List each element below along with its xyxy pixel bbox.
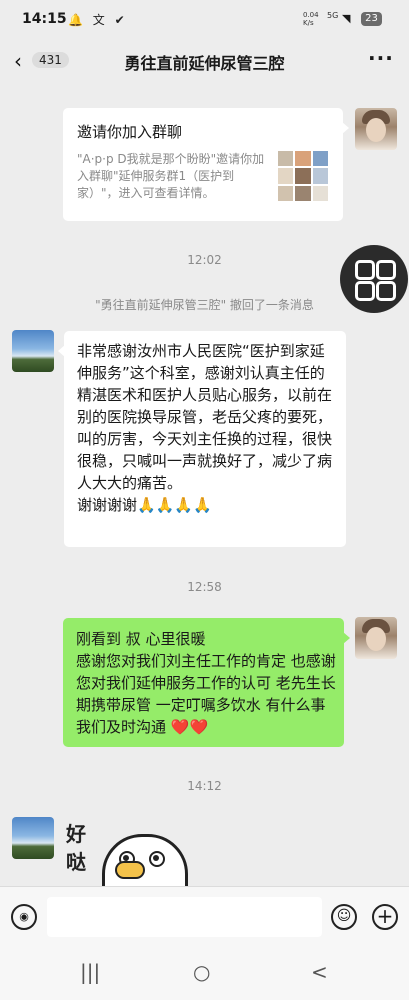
group-invite-card[interactable]: 邀请你加入群聊 "A·p·p D我就是那个盼盼"邀请你加入群聊"延伸服务群1（医… bbox=[63, 108, 349, 221]
invite-title: 邀请你加入群聊 bbox=[77, 123, 183, 141]
plus-icon[interactable]: + bbox=[372, 904, 398, 930]
back-icon[interactable]: < bbox=[311, 960, 328, 984]
emoji-icon[interactable]: ☺ bbox=[331, 904, 357, 930]
recall-notice: "勇往直前延伸尿管三腔" 撤回了一条消息 bbox=[95, 298, 314, 312]
message-bubble-incoming[interactable]: 非常感谢汝州市人民医院“医护到家延伸服务”这个科室，感谢刘认真主任的精湛医术和医… bbox=[58, 331, 346, 547]
network-speed-value: 0.04 bbox=[303, 11, 319, 19]
input-bar: ◉ ☺ + bbox=[0, 886, 409, 947]
network-speed-unit: K/s bbox=[303, 19, 314, 27]
contact-avatar[interactable] bbox=[12, 817, 54, 859]
group-avatar-grid bbox=[278, 151, 328, 201]
recents-icon[interactable]: ||| bbox=[80, 960, 100, 984]
signal-indicator: 5G bbox=[327, 11, 339, 20]
self-avatar[interactable] bbox=[355, 108, 397, 150]
sticker-message[interactable]: 好 哒 bbox=[64, 816, 188, 900]
message-input[interactable] bbox=[47, 897, 322, 937]
network-speed: 0.04 K/s bbox=[303, 11, 319, 27]
timestamp: 12:58 bbox=[187, 580, 222, 594]
status-bar: 14:15 🔔 文 ✔ 0.04 K/s 5G ◥ 23 bbox=[0, 0, 409, 38]
battery-icon: 23 bbox=[361, 12, 382, 26]
notification-icons: 🔔 文 ✔ bbox=[68, 13, 128, 27]
home-icon[interactable]: ○ bbox=[193, 960, 210, 984]
invite-description: "A·p·p D我就是那个盼盼"邀请你加入群聊"延伸服务群1（医护到家）"，进入… bbox=[77, 152, 265, 200]
self-avatar[interactable] bbox=[355, 617, 397, 659]
message-text: 刚看到 叔 心里很暖 感谢您对我们刘主任工作的肯定 也感谢您对我们延伸服务工作的… bbox=[76, 630, 336, 736]
wifi-icon: ◥ bbox=[342, 12, 351, 25]
chat-title: 勇往直前延伸尿管三腔 bbox=[124, 54, 285, 73]
system-nav-bar: ||| ○ < bbox=[0, 946, 409, 1000]
sticker-text: 哒 bbox=[66, 850, 86, 874]
more-options-button[interactable]: ··· bbox=[368, 46, 394, 70]
voice-icon[interactable]: ◉ bbox=[11, 904, 37, 930]
status-time: 14:15 bbox=[22, 11, 67, 27]
contact-avatar[interactable] bbox=[12, 330, 54, 372]
sticker-text: 好 bbox=[66, 822, 86, 846]
timestamp: 14:12 bbox=[187, 779, 222, 793]
message-text: 非常感谢汝州市人民医院“医护到家延伸服务”这个科室，感谢刘认真主任的精湛医术和医… bbox=[77, 342, 333, 514]
message-bubble-outgoing[interactable]: 刚看到 叔 心里很暖 感谢您对我们刘主任工作的肯定 也感谢您对我们延伸服务工作的… bbox=[63, 618, 350, 747]
chat-header: ‹ 431 勇往直前延伸尿管三腔 ··· bbox=[0, 38, 409, 84]
